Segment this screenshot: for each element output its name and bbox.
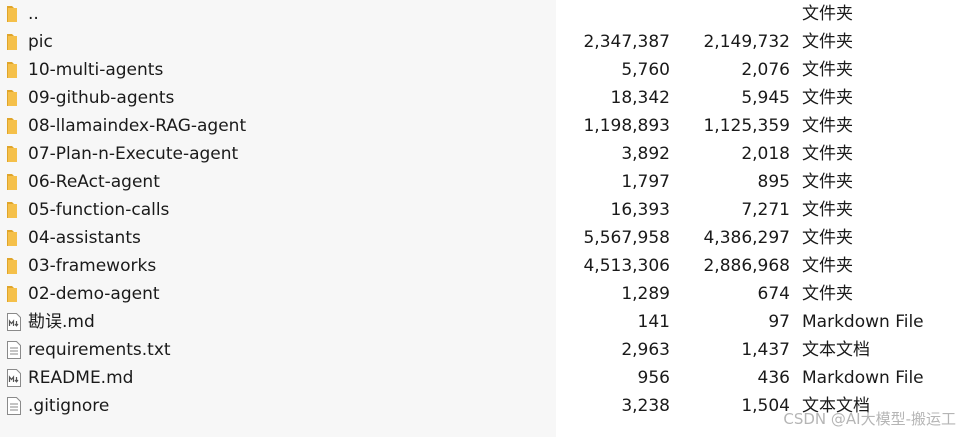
file-type: 文件夹: [802, 32, 853, 52]
file-type: 文件夹: [802, 60, 853, 80]
file-name: requirements.txt: [28, 340, 171, 360]
file-size: 1,289: [621, 284, 670, 304]
file-type: 文件夹: [802, 116, 853, 136]
file-row[interactable]: README.md 956 436 Markdown File: [0, 364, 960, 392]
file-name: 勘误.md: [28, 312, 95, 332]
file-type: 文本文档: [802, 340, 870, 360]
file-row[interactable]: 08-llamaindex-RAG-agent 1,198,893 1,125,35…: [0, 112, 960, 140]
file-packed-size: 2,018: [741, 144, 790, 164]
file-size: 3,238: [621, 396, 670, 416]
file-packed-size: 4,386,297: [703, 228, 790, 248]
file-type: Markdown File: [802, 312, 924, 332]
markdown-file-icon: [5, 312, 23, 332]
file-type: 文件夹: [802, 200, 853, 220]
file-packed-size: 1,437: [741, 340, 790, 360]
file-row[interactable]: 09-github-agents 18,342 5,945 文件夹: [0, 84, 960, 112]
folder-icon: [5, 200, 23, 220]
file-size: 956: [637, 368, 670, 388]
file-type: 文件夹: [802, 4, 853, 24]
folder-icon: [5, 144, 23, 164]
file-packed-size: 2,149,732: [703, 32, 790, 52]
file-packed-size: 674: [757, 284, 790, 304]
file-size: 3,892: [621, 144, 670, 164]
file-packed-size: 436: [757, 368, 790, 388]
file-row[interactable]: 06-ReAct-agent 1,797 895 文件夹: [0, 168, 960, 196]
folder-icon: [5, 172, 23, 192]
text-file-icon: [5, 340, 23, 360]
file-row[interactable]: 10-multi-agents 5,760 2,076 文件夹: [0, 56, 960, 84]
file-row[interactable]: pic 2,347,387 2,149,732 文件夹: [0, 28, 960, 56]
file-size: 2,347,387: [583, 32, 670, 52]
file-size: 141: [637, 312, 670, 332]
markdown-file-icon: [5, 368, 23, 388]
text-file-icon: [5, 396, 23, 416]
folder-icon: [5, 284, 23, 304]
watermark: CSDN @AI大模型-搬运工: [783, 410, 956, 428]
file-row[interactable]: 05-function-calls 16,393 7,271 文件夹: [0, 196, 960, 224]
file-type: 文件夹: [802, 88, 853, 108]
file-type: Markdown File: [802, 368, 924, 388]
file-size: 1,797: [621, 172, 670, 192]
folder-icon: [5, 256, 23, 276]
file-packed-size: 7,271: [741, 200, 790, 220]
folder-icon: [5, 116, 23, 136]
file-name: pic: [28, 32, 53, 52]
file-type: 文件夹: [802, 172, 853, 192]
file-row[interactable]: requirements.txt 2,963 1,437 文本文档: [0, 336, 960, 364]
file-size: 5,567,958: [583, 228, 670, 248]
file-name: ..: [28, 4, 39, 24]
file-packed-size: 5,945: [741, 88, 790, 108]
file-size: 5,760: [621, 60, 670, 80]
file-packed-size: 2,886,968: [703, 256, 790, 276]
file-size: 2,963: [621, 340, 670, 360]
file-packed-size: 2,076: [741, 60, 790, 80]
file-name: 08-llamaindex-RAG-agent: [28, 116, 247, 136]
file-name: .gitignore: [28, 396, 110, 416]
file-name: 02-demo-agent: [28, 284, 160, 304]
file-size: 1,198,893: [583, 116, 670, 136]
file-row[interactable]: .. 文件夹: [0, 0, 960, 28]
file-name: 05-function-calls: [28, 200, 170, 220]
file-row[interactable]: 02-demo-agent 1,289 674 文件夹: [0, 280, 960, 308]
file-size: 16,393: [610, 200, 670, 220]
file-name: README.md: [28, 368, 134, 388]
file-type: 文件夹: [802, 256, 853, 276]
file-name: 04-assistants: [28, 228, 141, 248]
folder-icon: [5, 60, 23, 80]
file-row[interactable]: 07-Plan-n-Execute-agent 3,892 2,018 文件夹: [0, 140, 960, 168]
file-size: 4,513,306: [583, 256, 670, 276]
file-size: 18,342: [610, 88, 670, 108]
file-type: 文件夹: [802, 228, 853, 248]
file-list: .. 文件夹 pic 2,347,387 2,149,732 文件夹 10-multi-ag…: [0, 0, 960, 420]
file-type: 文件夹: [802, 144, 853, 164]
file-name: 09-github-agents: [28, 88, 175, 108]
file-type: 文件夹: [802, 284, 853, 304]
file-row[interactable]: 勘误.md 141 97 Markdown File: [0, 308, 960, 336]
folder-icon: [5, 32, 23, 52]
file-packed-size: 1,125,359: [703, 116, 790, 136]
folder-icon: [5, 228, 23, 248]
file-name: 10-multi-agents: [28, 60, 164, 80]
file-row[interactable]: 03-frameworks 4,513,306 2,886,968 文件夹: [0, 252, 960, 280]
folder-icon: [5, 4, 23, 24]
file-row[interactable]: 04-assistants 5,567,958 4,386,297 文件夹: [0, 224, 960, 252]
file-name: 06-ReAct-agent: [28, 172, 160, 192]
file-packed-size: 895: [757, 172, 790, 192]
file-packed-size: 97: [768, 312, 790, 332]
file-name: 03-frameworks: [28, 256, 157, 276]
file-name: 07-Plan-n-Execute-agent: [28, 144, 239, 164]
folder-icon: [5, 88, 23, 108]
